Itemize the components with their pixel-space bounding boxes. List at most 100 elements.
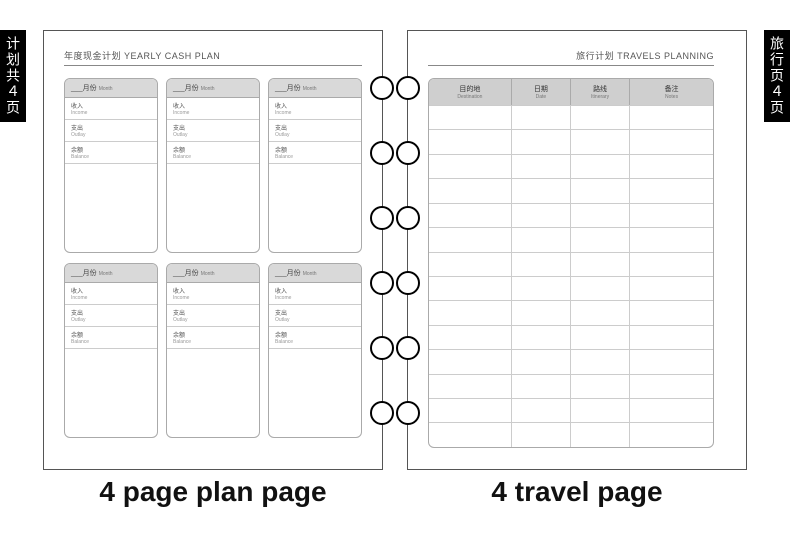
binder-ring <box>370 401 394 425</box>
travel-table-cell <box>630 106 713 129</box>
travel-table-cell <box>512 130 571 153</box>
travel-table-cell <box>429 106 512 129</box>
binder-ring <box>396 206 420 230</box>
plan-card-row: 收入Income <box>269 98 361 120</box>
plan-title-cn: 年度现金计划 <box>64 51 121 61</box>
travel-table-cell <box>512 350 571 373</box>
travel-table-cell <box>512 277 571 300</box>
travel-table-cell <box>630 399 713 422</box>
plan-card-row: 收入Income <box>167 98 259 120</box>
travel-table-row <box>429 349 713 373</box>
travel-page: 旅行计划 TRAVELS PLANNING 目的地Destination日期Da… <box>407 30 747 470</box>
binder-ring <box>370 271 394 295</box>
plan-card-fill <box>65 349 157 437</box>
travel-title: 旅行计划 TRAVELS PLANNING <box>428 49 714 66</box>
travel-table-row <box>429 178 713 202</box>
travel-table-cell <box>630 228 713 251</box>
plan-card-row: 余额Balance <box>269 327 361 349</box>
plan-card-row: 余额Balance <box>167 327 259 349</box>
travel-table-row <box>429 422 713 446</box>
plan-month-card: ___月份Month收入Income支出Outlay余额Balance <box>268 263 362 438</box>
plan-card-head: ___月份Month <box>65 79 157 98</box>
travel-table-cell <box>571 179 630 202</box>
travel-table-cell <box>630 375 713 398</box>
travel-table-cell <box>630 130 713 153</box>
binder-ring <box>370 76 394 100</box>
travel-table-row <box>429 374 713 398</box>
side-tab-travel: 旅行页４页 <box>764 30 790 122</box>
travel-table-cell <box>630 204 713 227</box>
travel-table-cell <box>512 301 571 324</box>
travel-table-cell <box>630 155 713 178</box>
side-tab-plan: 计划共４页 <box>0 30 26 122</box>
plan-month-card: ___月份Month收入Income支出Outlay余额Balance <box>268 78 362 253</box>
plan-card-row: 支出Outlay <box>269 305 361 327</box>
plan-month-card: ___月份Month收入Income支出Outlay余额Balance <box>64 78 158 253</box>
plan-caption: 4 page plan page <box>99 476 326 508</box>
plan-card-row: 收入Income <box>167 283 259 305</box>
plan-month-card: ___月份Month收入Income支出Outlay余额Balance <box>64 263 158 438</box>
plan-card-fill <box>269 164 361 252</box>
travel-table-cell <box>630 277 713 300</box>
travel-table-cell <box>429 179 512 202</box>
binder-ring <box>396 336 420 360</box>
travel-table-cell <box>429 155 512 178</box>
plan-card-head: ___月份Month <box>269 79 361 98</box>
travel-table-cell <box>630 253 713 276</box>
travel-table-cell <box>429 350 512 373</box>
travel-table-cell <box>630 350 713 373</box>
plan-card-row: 支出Outlay <box>269 120 361 142</box>
plan-title: 年度现金计划 YEARLY CASH PLAN <box>64 49 362 66</box>
travel-table-cell <box>630 179 713 202</box>
travel-table-row <box>429 300 713 324</box>
travel-table-row <box>429 154 713 178</box>
plan-card-fill <box>65 164 157 252</box>
travel-table-cell <box>429 423 512 446</box>
travel-table-cell <box>429 253 512 276</box>
travel-table-cell <box>630 301 713 324</box>
travel-table-cell <box>571 375 630 398</box>
plan-card-row: 收入Income <box>65 283 157 305</box>
plan-card-row: 余额Balance <box>65 142 157 164</box>
pages-container: 年度现金计划 YEARLY CASH PLAN ___月份Month收入Inco… <box>0 0 790 544</box>
travel-table-cell <box>429 228 512 251</box>
travel-caption: 4 travel page <box>491 476 662 508</box>
travel-table-cell <box>429 399 512 422</box>
plan-month-card: ___月份Month收入Income支出Outlay余额Balance <box>166 78 260 253</box>
travel-table-row <box>429 325 713 349</box>
travel-table-cell <box>512 179 571 202</box>
travel-table-cell <box>571 228 630 251</box>
plan-card-fill <box>167 164 259 252</box>
binder-ring <box>370 141 394 165</box>
plan-rings <box>370 31 394 469</box>
plan-card-head: ___月份Month <box>65 264 157 283</box>
travel-table-cell <box>512 106 571 129</box>
travel-table-cell <box>571 155 630 178</box>
travel-table-cell <box>429 375 512 398</box>
travel-table-cell <box>512 375 571 398</box>
travel-table-cell <box>571 253 630 276</box>
plan-page-wrap: 年度现金计划 YEARLY CASH PLAN ___月份Month收入Inco… <box>43 30 383 544</box>
plan-month-card: ___月份Month收入Income支出Outlay余额Balance <box>166 263 260 438</box>
travel-table-row <box>429 398 713 422</box>
binder-ring <box>370 336 394 360</box>
binder-ring <box>396 141 420 165</box>
plan-card-row: 余额Balance <box>167 142 259 164</box>
travel-table-cell <box>571 399 630 422</box>
travel-table-body <box>429 105 713 447</box>
plan-page: 年度现金计划 YEARLY CASH PLAN ___月份Month收入Inco… <box>43 30 383 470</box>
travel-col-head: 日期Date <box>512 79 571 105</box>
plan-cards-grid: ___月份Month收入Income支出Outlay余额Balance___月份… <box>64 78 362 438</box>
travel-table-row <box>429 129 713 153</box>
travel-table-cell <box>512 399 571 422</box>
binder-ring <box>396 76 420 100</box>
travel-table-cell <box>512 326 571 349</box>
travel-table-row <box>429 276 713 300</box>
plan-card-row: 支出Outlay <box>65 120 157 142</box>
binder-ring <box>396 401 420 425</box>
travel-table-cell <box>512 204 571 227</box>
travel-col-head: 目的地Destination <box>429 79 512 105</box>
travel-table-row <box>429 227 713 251</box>
travel-table-cell <box>512 155 571 178</box>
travel-table-row <box>429 203 713 227</box>
